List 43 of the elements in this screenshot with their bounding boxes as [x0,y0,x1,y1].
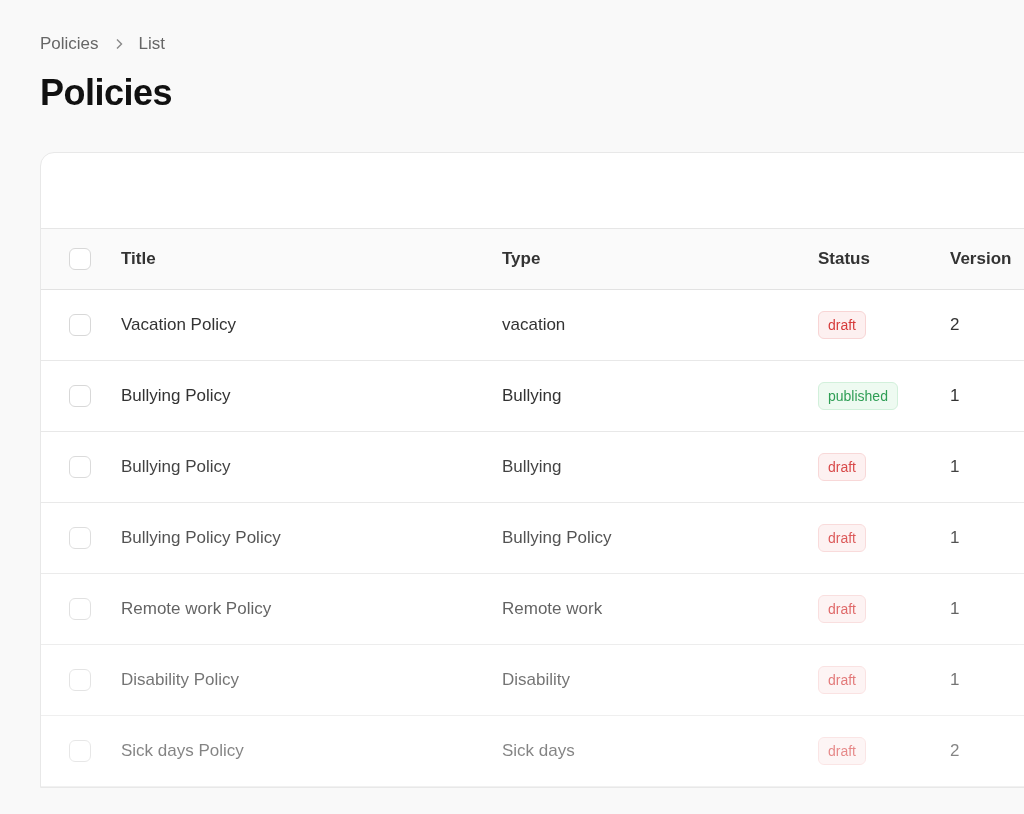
status-badge: draft [818,524,866,552]
table-cell-text: Disability [502,670,572,690]
checkbox[interactable] [69,740,91,762]
table-cell-text: 1 [950,528,961,548]
checkbox[interactable] [69,456,91,478]
table-cell-text: 1 [950,670,961,690]
table-cell-text: Vacation Policy [121,315,237,335]
table-cell-text: Bullying Policy [502,528,613,548]
table-cell-text: 1 [950,386,961,406]
breadcrumb-current: List [138,34,166,54]
table-cell-text: Bullying [502,457,563,477]
table-cell-text: 2 [950,741,961,761]
checkbox[interactable] [69,385,91,407]
checkbox[interactable] [69,669,91,691]
checkbox[interactable] [69,248,91,270]
table-cell-text: 2 [950,315,961,335]
table-cell-text: vacation [502,315,567,335]
table-cell-text: Remote work [502,599,604,619]
page-title: Policies [40,72,174,114]
column-header: Type [502,249,542,269]
checkbox[interactable] [69,527,91,549]
status-badge: draft [818,666,866,694]
table-cell-text: Bullying Policy [121,386,232,406]
column-header: Status [818,249,871,269]
table-cell-text: Bullying Policy Policy [121,528,282,548]
column-header: Title [121,249,157,269]
table-cell-text: Disability Policy [121,670,241,690]
status-badge: draft [818,595,866,623]
table-cell-text: Bullying Policy [121,457,232,477]
checkbox[interactable] [69,598,91,620]
status-badge: draft [818,311,866,339]
breadcrumb-link[interactable]: Policies [40,34,99,54]
table-cell-text: Bullying [502,386,563,406]
table-cell-text: 1 [950,457,961,477]
table-cell-text: Remote work Policy [121,599,273,619]
table-cell-text: Sick days [502,741,576,761]
table-cell-text: Sick days Policy [121,741,245,761]
status-badge: draft [818,737,866,765]
column-header: Version [950,249,1013,269]
checkbox[interactable] [69,314,91,336]
status-badge: published [818,382,898,410]
table-cell-text: 1 [950,599,961,619]
status-badge: draft [818,453,866,481]
